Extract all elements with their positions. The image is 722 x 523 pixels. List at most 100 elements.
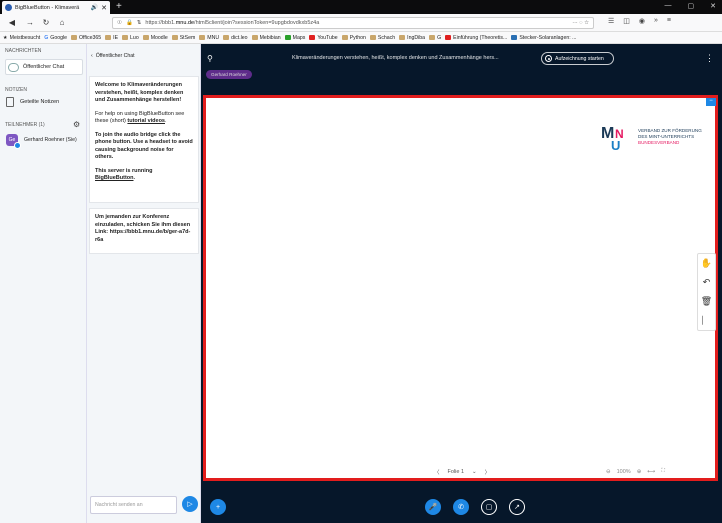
trash-icon[interactable]: 🗑 [697, 292, 716, 311]
maps-icon [284, 35, 291, 40]
folder-icon [199, 35, 206, 40]
bookmark-item[interactable]: dict.leo [223, 35, 248, 41]
public-chat-label: Öffentlicher Chat [23, 64, 65, 70]
bookmark-item[interactable]: Mebibian [251, 35, 281, 41]
actions-plus-button[interactable]: + [210, 499, 226, 515]
browser-tab[interactable]: BigBlueButton - Klimaverä 🔊 ✕ [2, 1, 110, 14]
bookmark-item[interactable]: IngDiba [399, 35, 425, 41]
speaker-icon: 🔊 [90, 5, 99, 11]
avatar: Ge [6, 134, 21, 149]
bookmark-item[interactable]: StSem [171, 35, 195, 41]
notes-header: NOTIZEN [5, 87, 27, 93]
slide-navigation: 〈 Folie 1 ⌄ 〉 [434, 468, 490, 476]
notes-icon [6, 97, 14, 107]
bookmark-item[interactable]: G Google [44, 35, 67, 41]
menu-icon[interactable]: ≡ [667, 17, 671, 25]
zoom-out-icon[interactable]: ⊖ [606, 469, 611, 475]
reload-icon[interactable]: ↻ [40, 18, 52, 27]
back-arrow-icon[interactable]: ◀ [6, 18, 18, 27]
mnu-logo: M N U [601, 125, 624, 152]
gear-icon[interactable]: ⚙ [73, 120, 80, 129]
shared-notes-label: Geteilte Notizen [20, 99, 60, 105]
shared-notes-item[interactable]: Geteilte Notizen [6, 97, 59, 107]
url-text: https://bbb1.mnu.de/html5client/join?ses… [145, 20, 320, 26]
talking-indicator: Gerhard Roehner [206, 70, 252, 79]
bookmark-item[interactable]: ★ Meistbesucht [3, 35, 40, 41]
folder-icon [71, 35, 78, 40]
folder-icon [399, 35, 406, 40]
forward-arrow-icon[interactable]: → [24, 18, 36, 27]
bookmark-item[interactable]: Python [341, 35, 366, 41]
previous-slide-icon[interactable]: 〈 [434, 468, 440, 476]
next-slide-icon[interactable]: 〉 [485, 468, 491, 476]
chat-header[interactable]: ‹ Öffentlicher Chat [91, 53, 135, 59]
microphone-button[interactable]: 🎤 [425, 499, 441, 515]
bookmark-item[interactable]: Office365 [71, 35, 101, 41]
hand-tool-icon[interactable]: ✋ [697, 254, 716, 273]
start-recording-button[interactable]: Aufzeichnung starten [541, 52, 614, 65]
user-list-item[interactable]: Ge Gerhard Roehner (Sie) [6, 134, 77, 149]
close-window-icon[interactable]: ✕ [710, 2, 716, 10]
permissions-icon: ⇅ [136, 20, 142, 26]
sidebar-icon[interactable]: ◫ [623, 17, 630, 25]
leo-icon [223, 35, 230, 40]
bookmark-item[interactable]: YouTube [309, 35, 338, 41]
bbb-link[interactable]: BigBlueButton [95, 175, 134, 181]
public-chat-item[interactable]: Öffentlicher Chat [5, 59, 83, 75]
new-tab-button[interactable]: + [116, 1, 122, 12]
audio-status-icon [14, 142, 21, 149]
folder-icon [122, 35, 129, 40]
zoom-controls: ⊖ 100% ⊕ ⟷ ⛶ [606, 468, 665, 475]
options-menu-icon[interactable]: ⋮ [705, 53, 714, 64]
chat-message-input[interactable]: Nachricht senden an [90, 496, 177, 514]
folder-icon [429, 35, 436, 40]
action-bar: + 🎤 ✆ ▢ ↗ [201, 492, 722, 523]
maximize-window-icon[interactable]: ▢ [688, 2, 695, 10]
bookmark-item[interactable]: G [429, 35, 441, 41]
presentation-area[interactable] [203, 95, 718, 481]
fit-width-icon[interactable]: ⟷ [647, 469, 655, 475]
fullscreen-icon[interactable]: ⛶ [661, 468, 665, 475]
chat-title: Öffentlicher Chat [95, 53, 135, 59]
mnu-logo-text: VERBAND ZUR FÖRDERUNG DES MINT-UNTERRICH… [638, 128, 702, 145]
user-name: Gerhard Roehner (Sie) [24, 137, 77, 143]
overflow-icon[interactable]: » [654, 17, 658, 25]
bookmark-item[interactable]: Maps [284, 35, 305, 41]
whiteboard-toolbar: ✋ ↶ 🗑 ⎸ [697, 253, 716, 331]
library-icon[interactable]: ☰ [608, 17, 614, 25]
page-actions[interactable]: ··· ◌ ☆ [572, 20, 589, 26]
share-screen-button[interactable]: ↗ [509, 499, 525, 515]
bookmark-item[interactable]: Stecker-Solaranlagen: ... [511, 35, 576, 41]
undo-icon[interactable]: ↶ [697, 273, 716, 292]
tutorial-link[interactable]: tutorial videos [127, 118, 165, 124]
share-webcam-button[interactable]: ▢ [481, 499, 497, 515]
invite-message: Um jemanden zur Konferenz einzuladen, sc… [89, 208, 199, 254]
zoom-in-icon[interactable]: ⊕ [637, 469, 642, 475]
chevron-down-icon[interactable]: ⌄ [472, 469, 477, 475]
bookmark-item[interactable]: Einführung (Theoretis... [445, 35, 507, 41]
slide-select[interactable]: Folie 1 [448, 469, 465, 475]
bookmark-item[interactable]: Schach [369, 35, 395, 41]
bookmark-item[interactable]: Moodle [142, 35, 168, 41]
send-button[interactable]: ▷ [182, 496, 198, 512]
home-icon[interactable]: ⌂ [56, 18, 68, 27]
extension-icon[interactable]: ◉ [639, 17, 645, 25]
minimize-window-icon[interactable]: — [665, 2, 672, 10]
bookmark-item[interactable]: Luo [122, 35, 139, 41]
folder-icon [369, 35, 376, 40]
users-toggle-icon[interactable]: ⚲ [207, 54, 213, 63]
users-panel [0, 44, 87, 523]
multi-user-whiteboard-icon[interactable]: ⎸ [697, 311, 716, 330]
bookmark-item[interactable]: IE [105, 35, 118, 41]
bbb-favicon-icon [5, 4, 12, 11]
url-bar[interactable]: ☉ 🔒 ⇅ https://bbb1.mnu.de/html5client/jo… [112, 17, 594, 29]
chat-icon [8, 62, 19, 72]
bookmark-item[interactable]: MNU [199, 35, 219, 41]
server-text: This server is running BigBlueButton. [95, 167, 153, 182]
minimize-presentation-button[interactable]: − [706, 98, 716, 106]
close-tab-icon[interactable]: ✕ [101, 4, 107, 12]
zoom-level: 100% [616, 468, 631, 475]
phone-button[interactable]: ✆ [453, 499, 469, 515]
star-icon: ★ [3, 34, 8, 41]
shield-icon: ☉ [117, 20, 122, 26]
